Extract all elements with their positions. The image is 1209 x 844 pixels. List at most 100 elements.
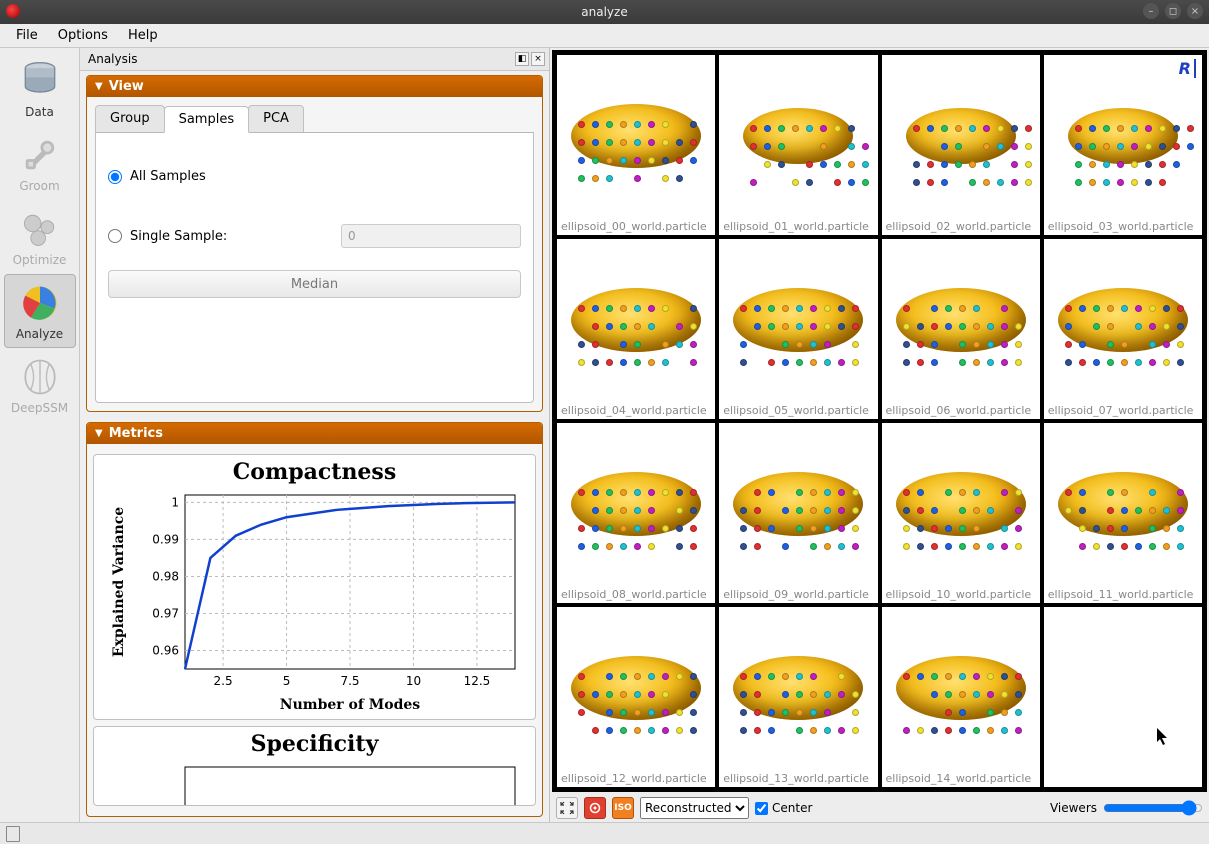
ellipsoid-shape [1058,472,1188,536]
ellipsoid-shape [906,108,1016,164]
viewer-cell-8[interactable]: ellipsoid_08_world.particle [555,421,717,605]
viewer-cell-3[interactable]: ellipsoid_03_world.particle R [1042,53,1204,237]
viewer-cell-caption: ellipsoid_11_world.particle [1044,586,1202,603]
viewer-cell-13[interactable]: ellipsoid_13_world.particle [717,605,879,789]
view-section-title: View [109,79,144,94]
specificity-chart: Specificity 0.4Number of Modes [93,726,536,806]
camera-button[interactable] [584,797,606,819]
window-minimize-button[interactable]: – [1143,3,1159,19]
radio-all-samples-label: All Samples [130,169,206,184]
camera-icon [588,801,602,815]
panel-close-button[interactable]: × [531,52,545,66]
svg-text:0.98: 0.98 [152,569,179,583]
ellipsoid-shape [733,656,863,720]
center-checkbox[interactable] [755,802,768,815]
center-label-text: Center [772,801,812,815]
view-section: View Group Samples PCA All Samples Singl… [86,75,543,412]
viewers-slider[interactable] [1103,800,1203,816]
left-toolbar: DataGroomOptimizeAnalyzeDeepSSM [0,48,80,822]
ellipsoid-shape [571,472,701,536]
panel-float-button[interactable]: ◧ [515,52,529,66]
viewer-cell-1[interactable]: ellipsoid_01_world.particle [717,53,879,237]
viewer-cell-9[interactable]: ellipsoid_09_world.particle [717,421,879,605]
analysis-panel: Analysis ◧ × View Group Samples PCA [80,48,550,822]
ellipsoid-shape [571,656,701,720]
viewer-cell-4[interactable]: ellipsoid_04_world.particle [555,237,717,421]
svg-text:7.5: 7.5 [340,674,359,688]
viewer-cell-caption: ellipsoid_14_world.particle [882,770,1040,787]
viewer-cell-6[interactable]: ellipsoid_06_world.particle [880,237,1042,421]
viewer-cell-caption: ellipsoid_08_world.particle [557,586,715,603]
window-titlebar: analyze – ◻ × [0,0,1209,24]
window-title: analyze [581,5,627,19]
metrics-section-header[interactable]: Metrics [87,423,542,444]
ellipsoid-shape [733,472,863,536]
grid-collapse-button[interactable] [556,797,578,819]
viewer-cell-10[interactable]: ellipsoid_10_world.particle [880,421,1042,605]
menu-options[interactable]: Options [48,26,118,45]
axis-badge: R [1179,59,1196,78]
ellipsoid-shape [896,472,1026,536]
viewer-cell-caption: ellipsoid_09_world.particle [719,586,877,603]
viewer-cell-2[interactable]: ellipsoid_02_world.particle [880,53,1042,237]
menu-file[interactable]: File [6,26,48,45]
ellipsoid-shape [1058,288,1188,352]
mouse-cursor-icon [1156,727,1170,747]
viewer-cell-caption: ellipsoid_06_world.particle [882,402,1040,419]
radio-single-sample-label: Single Sample: [130,229,227,244]
menu-help[interactable]: Help [118,26,168,45]
viewer-cell-5[interactable]: ellipsoid_05_world.particle [717,237,879,421]
toolbar-data[interactable]: Data [4,52,76,126]
median-button[interactable]: Median [108,270,521,298]
document-icon [6,826,20,842]
viewer-cell-11[interactable]: ellipsoid_11_world.particle [1042,421,1204,605]
view-mode-select[interactable]: Reconstructed [640,797,749,819]
viewer-cell-caption: ellipsoid_03_world.particle [1044,218,1202,235]
viewer-cell-caption: ellipsoid_07_world.particle [1044,402,1202,419]
svg-text:0.99: 0.99 [152,532,179,546]
viewer-cell-14[interactable]: ellipsoid_14_world.particle [880,605,1042,789]
viewer-cell-caption: ellipsoid_00_world.particle [557,218,715,235]
metrics-section: Metrics Compactness 0.960.970.980.9912.5… [86,422,543,817]
toolbar-deepssm-label: DeepSSM [11,401,68,415]
viewer-cell-caption: ellipsoid_02_world.particle [882,218,1040,235]
iso-button[interactable]: ISO [612,797,634,819]
specificity-plot-area: 0.4Number of Modes [105,757,525,806]
viewer-cell-7[interactable]: ellipsoid_07_world.particle [1042,237,1204,421]
svg-text:2.5: 2.5 [213,674,232,688]
ellipsoid-shape [743,108,853,164]
window-maximize-button[interactable]: ◻ [1165,3,1181,19]
tab-samples[interactable]: Samples [164,106,250,133]
compactness-chart: Compactness 0.960.970.980.9912.557.51012… [93,454,536,720]
window-close-button[interactable]: × [1187,3,1203,19]
view-section-header[interactable]: View [87,76,542,97]
tab-pca[interactable]: PCA [248,105,304,132]
toolbar-analyze-label: Analyze [16,327,63,341]
ellipsoid-shape [571,104,701,168]
single-sample-spinner [341,224,521,248]
analysis-panel-header: Analysis ◧ × [80,48,549,71]
viewer-cell-caption: ellipsoid_04_world.particle [557,402,715,419]
center-checkbox-label[interactable]: Center [755,801,812,815]
collapse-icon [560,801,574,815]
viewer-cell-caption: ellipsoid_10_world.particle [882,586,1040,603]
radio-single-sample[interactable] [108,229,122,243]
toolbar-deepssm: DeepSSM [4,348,76,422]
tab-group[interactable]: Group [95,105,165,132]
analysis-panel-title: Analysis [88,52,137,66]
viewer-cell-0[interactable]: ellipsoid_00_world.particle [555,53,717,237]
viewer-cell-12[interactable]: ellipsoid_12_world.particle [555,605,717,789]
compactness-title: Compactness [98,459,531,485]
radio-all-samples[interactable] [108,170,122,184]
svg-text:10: 10 [405,674,420,688]
viewer-grid[interactable]: ellipsoid_00_world.particleellipsoid_01_… [552,50,1207,792]
toolbar-optimize-label: Optimize [13,253,67,267]
ellipsoid-shape [1068,108,1178,164]
viewer-cell-15[interactable] [1042,605,1204,789]
toolbar-optimize: Optimize [4,200,76,274]
svg-text:0.96: 0.96 [152,643,179,657]
compactness-plot-area: 0.960.970.980.9912.557.51012.5Explained … [105,485,525,715]
viewer-cell-caption: ellipsoid_12_world.particle [557,770,715,787]
toolbar-analyze[interactable]: Analyze [4,274,76,348]
metrics-section-title: Metrics [109,426,163,441]
